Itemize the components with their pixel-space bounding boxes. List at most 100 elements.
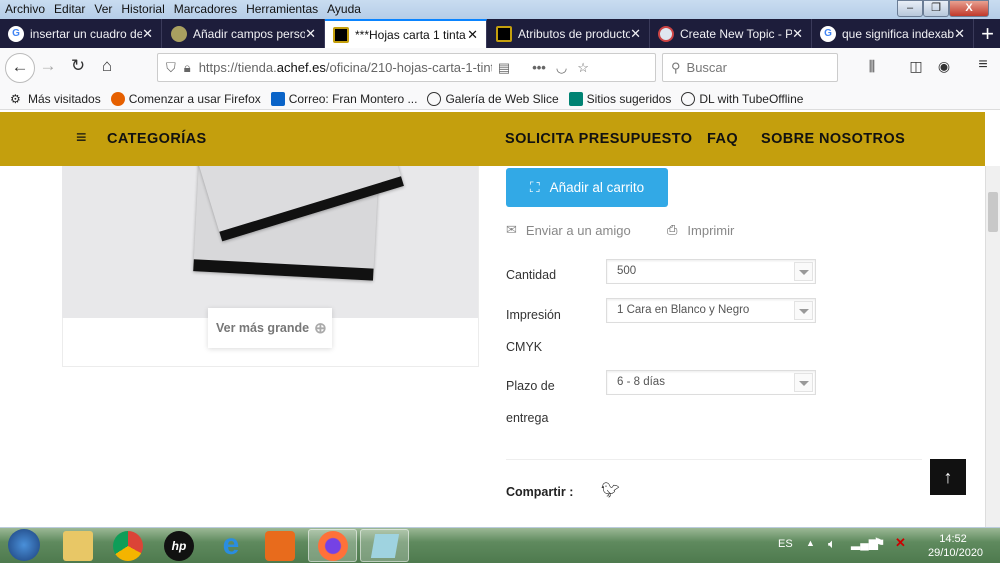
tab-title: ***Hojas carta 1 tinta <box>355 27 466 42</box>
globe-icon <box>427 91 442 106</box>
close-window-button[interactable]: X <box>949 0 989 17</box>
menu-historial[interactable]: Historial <box>116 0 168 16</box>
nav-sobre-nosotros[interactable]: SOBRE NOSOTROS <box>761 131 905 147</box>
menu-ver[interactable]: Ver <box>89 0 116 16</box>
bookmark-label: DL with TubeOffline <box>699 91 804 106</box>
scrollbar-thumb[interactable] <box>988 192 998 232</box>
send-to-friend-link[interactable]: ✉ Enviar a un amigo <box>506 222 631 238</box>
tab-0[interactable]: Ginsertar un cuadro de ✕ <box>0 19 162 48</box>
bookmark-firefox[interactable]: Comenzar a usar Firefox <box>110 91 261 106</box>
twitter-icon[interactable]: 🐦︎ <box>601 481 620 499</box>
chrome-icon[interactable] <box>113 531 143 561</box>
taskbar-firefox[interactable] <box>308 529 357 562</box>
back-button[interactable]: ← <box>5 53 35 83</box>
add-to-cart-label: Añadir al carrito <box>549 180 645 195</box>
close-tab-icon[interactable]: ✕ <box>630 26 641 42</box>
bookmark-star-icon[interactable]: ☆ <box>577 60 589 76</box>
bookmark-web-slice[interactable]: Galería de Web Slice <box>427 91 559 106</box>
volume-icon[interactable]: 🔈︎ <box>828 536 836 552</box>
account-icon[interactable]: ◉ <box>932 58 956 75</box>
tab-4[interactable]: Create New Topic - Pr ✕ <box>650 19 812 48</box>
tab-2-active[interactable]: ***Hojas carta 1 tinta ✕ <box>325 19 487 48</box>
clock[interactable]: 14:52 29/10/2020 <box>928 532 983 560</box>
media-player-icon[interactable] <box>265 531 295 561</box>
bookmarks-bar: ⚙ Más visitados Comenzar a usar Firefox C… <box>0 88 1000 110</box>
more-actions-icon[interactable]: ••• <box>532 60 546 75</box>
menu-ayuda[interactable]: Ayuda <box>322 0 365 16</box>
close-tab-icon[interactable]: ✕ <box>792 26 803 42</box>
maximize-button[interactable]: ❐ <box>923 0 949 17</box>
time: 14:52 <box>939 533 967 545</box>
taskbar: hp e ES ▲ 🔈︎ ▂▄▆ ⚑ ✕ 14:52 29/10/2020 <box>0 527 1000 563</box>
scrollbar[interactable] <box>985 166 1000 527</box>
url-bar[interactable]: ⛉ 🔒︎ https://tienda. achef.es/oficina/210… <box>157 53 656 82</box>
bookmark-tubeoffline[interactable]: DL with TubeOffline <box>681 91 804 106</box>
bookmark-label: Comenzar a usar Firefox <box>128 91 261 106</box>
hp-icon[interactable]: hp <box>164 531 194 561</box>
zoom-label: Ver más grande <box>216 321 310 335</box>
tab-title: Atributos de producto <box>518 26 630 41</box>
quantity-select[interactable]: 500 <box>606 259 816 284</box>
file-explorer-icon[interactable] <box>63 531 93 561</box>
action-center-flag-icon[interactable]: ⚑ <box>873 535 886 552</box>
search-input[interactable]: ⚲ Buscar <box>662 53 838 82</box>
printing-value: 1 Cara en Blanco y Negro <box>617 304 750 316</box>
product-image[interactable] <box>62 166 478 318</box>
zoom-image-button[interactable]: Ver más grande ⊕ <box>208 308 332 348</box>
sidebar-icon[interactable]: ◫ <box>904 58 928 75</box>
close-tab-icon[interactable]: ✕ <box>305 26 316 42</box>
bookmark-mas-visitados[interactable]: ⚙ Más visitados <box>10 92 101 106</box>
minimize-button[interactable]: – <box>897 0 923 17</box>
back-to-top-button[interactable]: ↑ <box>930 459 966 495</box>
close-tab-icon[interactable]: ✕ <box>467 27 478 43</box>
google-icon: G <box>8 25 24 42</box>
zoom-in-icon: ⊕ <box>314 320 327 337</box>
firefox-icon <box>318 531 348 561</box>
new-tab-button[interactable]: + <box>975 21 1000 47</box>
delivery-select[interactable]: 6 - 8 días <box>606 370 816 395</box>
language-indicator[interactable]: ES <box>778 538 793 550</box>
lock-icon[interactable]: 🔒︎ <box>184 60 191 76</box>
bookmark-sitios[interactable]: Sitios sugeridos <box>568 91 671 106</box>
menu-herramientas[interactable]: Herramientas <box>241 0 322 16</box>
close-tab-icon[interactable]: ✕ <box>954 26 965 42</box>
start-button[interactable] <box>8 529 40 561</box>
chevron-down-icon <box>794 301 813 320</box>
show-hidden-icons[interactable]: ▲ <box>806 538 815 548</box>
tab-title: que significa indexabl <box>842 26 954 41</box>
print-link[interactable]: ⎙ Imprimir <box>667 222 734 238</box>
notepad-icon <box>370 534 400 558</box>
bookmark-label: Más visitados <box>28 91 101 106</box>
bookmark-correo[interactable]: Correo: Fran Montero ... <box>270 91 418 106</box>
printing-select[interactable]: 1 Cara en Blanco y Negro <box>606 298 816 323</box>
close-tab-icon[interactable]: ✕ <box>142 26 153 42</box>
pocket-icon[interactable]: ◡ <box>556 60 567 76</box>
hamburger-icon[interactable]: ≡ <box>76 127 87 148</box>
tab-5[interactable]: Gque significa indexabl ✕ <box>812 19 974 48</box>
menu-editar[interactable]: Editar <box>49 0 89 16</box>
nav-faq[interactable]: FAQ <box>707 131 738 147</box>
chevron-down-icon <box>794 373 813 392</box>
power-icon[interactable]: ✕ <box>895 535 906 551</box>
quantity-label: Cantidad <box>506 268 557 282</box>
menu-marcadores[interactable]: Marcadores <box>169 0 241 16</box>
tab-3[interactable]: Atributos de producto ✕ <box>488 19 650 48</box>
bing-icon <box>568 91 583 106</box>
reader-view-icon[interactable]: ▤ <box>498 60 510 76</box>
taskbar-notepad[interactable] <box>360 529 409 562</box>
home-button[interactable]: ⌂ <box>95 56 119 76</box>
internet-explorer-icon[interactable]: e <box>216 530 246 561</box>
nav-presupuesto[interactable]: SOLICITA PRESUPUESTO <box>505 131 692 147</box>
bookmark-label: Correo: Fran Montero ... <box>288 91 418 106</box>
forward-button[interactable]: → <box>36 56 60 76</box>
tab-1[interactable]: Añadir campos person ✕ <box>163 19 325 48</box>
menu-archivo[interactable]: Archivo <box>0 0 49 16</box>
reload-button[interactable]: ↻ <box>66 56 90 76</box>
chevron-down-icon <box>794 262 813 281</box>
print-label: Imprimir <box>687 222 735 238</box>
add-to-cart-button[interactable]: ⛶ Añadir al carrito <box>506 168 668 207</box>
categories-menu[interactable]: CATEGORÍAS <box>107 131 207 147</box>
library-icon[interactable]: ⫼ <box>860 58 884 75</box>
menu-icon[interactable]: ≡ <box>971 56 995 74</box>
shield-icon[interactable]: ⛉ <box>166 60 176 76</box>
